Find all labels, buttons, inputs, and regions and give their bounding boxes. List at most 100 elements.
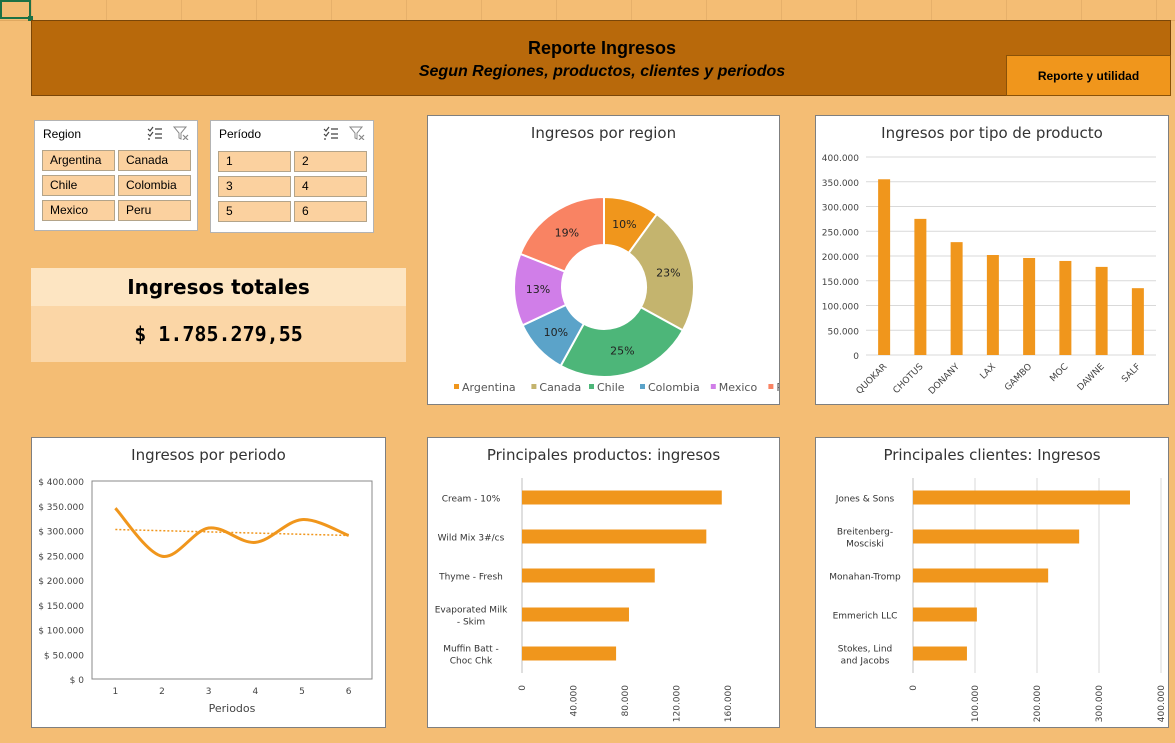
- region-slicer: Region Argentina Canada Chile Colombia M…: [34, 120, 198, 231]
- y-tick-label: $ 150.000: [38, 602, 84, 612]
- report-utility-button[interactable]: Reporte y utilidad: [1006, 55, 1171, 96]
- periodo-item-3[interactable]: 3: [218, 176, 291, 197]
- bar: [913, 568, 1049, 583]
- slice-label: 25%: [610, 344, 634, 357]
- x-tick-label: 5: [299, 687, 305, 697]
- chart-principales-clientes[interactable]: Principales clientes: Ingresos 0 100.000 2…: [815, 437, 1169, 728]
- clear-filter-icon[interactable]: [349, 126, 365, 140]
- bar: [950, 242, 963, 355]
- x-tick-label: LAX: [979, 362, 998, 381]
- slice-label: 10%: [612, 218, 636, 231]
- multi-select-icon[interactable]: [147, 126, 163, 140]
- legend-swatch: [640, 384, 645, 389]
- y-tick-label: 100.000: [822, 303, 859, 313]
- x-tick-label: MOC: [1048, 362, 1070, 384]
- x-tick-label: 160.000: [724, 685, 734, 722]
- periodo-item-5[interactable]: 5: [218, 201, 291, 222]
- region-item-peru[interactable]: Peru: [118, 200, 191, 221]
- legend-label: Colombia: [648, 381, 700, 394]
- region-item-canada[interactable]: Canada: [118, 150, 191, 171]
- y-tick-label: $ 300.000: [38, 528, 84, 538]
- bar: [986, 255, 999, 355]
- slice-label: 10%: [544, 326, 568, 339]
- bar: [1059, 260, 1072, 355]
- slice-label: 23%: [656, 267, 680, 280]
- x-tick-label: SALF: [1120, 362, 1143, 385]
- y-tick-label: Emmerich LLC: [833, 612, 898, 622]
- y-tick-label: Mosciski: [846, 540, 884, 550]
- x-tick-label: 120.000: [673, 685, 683, 722]
- region-item-chile[interactable]: Chile: [42, 175, 115, 196]
- legend-swatch: [710, 384, 716, 389]
- legend-label: Canada: [539, 381, 581, 394]
- bar: [913, 607, 977, 622]
- kpi-title: Ingresos totales: [31, 268, 406, 306]
- y-tick-label: Choc Chk: [450, 657, 493, 667]
- clear-filter-icon[interactable]: [173, 126, 189, 140]
- y-tick-label: Cream - 10%: [442, 495, 501, 505]
- sheet-column-gridlines: [0, 0, 1175, 21]
- bar-chart: 0 50.000 100.000 150.000 200.000 250.000 300.0…: [822, 154, 1156, 397]
- x-tick-label: 6: [346, 687, 352, 697]
- y-tick-label: $ 50.000: [44, 651, 84, 661]
- hbar-chart: 0 100.000 200.000 300.000 400.000 Jones & Son…: [829, 478, 1167, 722]
- bar: [522, 490, 722, 505]
- region-item-colombia[interactable]: Colombia: [118, 175, 191, 196]
- bar: [913, 646, 967, 661]
- multi-select-icon[interactable]: [323, 126, 339, 140]
- report-title: Reporte Ingresos: [527, 38, 677, 58]
- hbar-chart: 0 40.000 80.000 120.000 160.000 Cream - 10% Wi…: [435, 478, 734, 722]
- periodo-slicer-title: Período: [219, 127, 262, 141]
- periodo-item-4[interactable]: 4: [294, 176, 367, 197]
- bar: [522, 607, 629, 622]
- bar: [878, 179, 891, 355]
- y-tick-label: 150.000: [822, 278, 859, 288]
- report-subtitle: Segun Regiones, productos, clientes y pe…: [418, 63, 786, 80]
- chart-ingresos-producto[interactable]: Ingresos por tipo de producto 0 50.000 100…: [815, 115, 1169, 405]
- periodo-item-1[interactable]: 1: [218, 151, 291, 172]
- legend-label: Chile: [597, 381, 625, 394]
- bar: [1023, 257, 1036, 355]
- x-tick-label: GAMBO: [1003, 362, 1034, 393]
- legend-label: Mexico: [719, 381, 758, 394]
- x-tick-label: QUOKAR: [855, 362, 890, 397]
- periodo-slicer: Período 1 2 3 4 5 6: [210, 120, 374, 233]
- bar: [914, 218, 927, 355]
- donut-chart: 10% 23% 25% 10% 13% 19% Argentina Canada Chile Co…: [454, 195, 779, 394]
- periodo-item-2[interactable]: 2: [294, 151, 367, 172]
- plot-area: [91, 480, 373, 680]
- legend-swatch: [454, 384, 459, 389]
- selected-cell[interactable]: [0, 0, 33, 21]
- chart-ingresos-region[interactable]: Ingresos por region 10% 23% 25% 10% 13% 19% Ar…: [427, 115, 780, 405]
- bar: [913, 490, 1130, 505]
- bar: [522, 646, 617, 661]
- x-tick-label: 0: [909, 685, 919, 691]
- y-tick-label: Wild Mix 3#/cs: [438, 534, 505, 544]
- bar: [522, 568, 655, 583]
- x-tick-label: 2: [159, 687, 165, 697]
- x-tick-label: 100.000: [971, 685, 981, 722]
- y-tick-label: - Skim: [457, 618, 485, 628]
- y-tick-label: $ 0: [70, 676, 85, 686]
- line-chart: $ 0 $ 50.000 $ 100.000 $ 150.000 $ 200.000 $ …: [38, 478, 373, 715]
- slice-label: 19%: [555, 226, 579, 239]
- x-tick-label: 200.000: [1033, 685, 1043, 722]
- periodo-item-6[interactable]: 6: [294, 201, 367, 222]
- region-slicer-title: Region: [43, 127, 82, 141]
- region-item-mexico[interactable]: Mexico: [42, 200, 115, 221]
- chart-ingresos-periodo[interactable]: Ingresos por periodo $ 0 $ 50.000 $ 100.00…: [31, 437, 386, 728]
- y-tick-label: $ 350.000: [38, 503, 84, 513]
- chart-principales-productos[interactable]: Principales productos: ingresos 0 40.000 8…: [427, 437, 780, 728]
- y-tick-label: 0: [853, 352, 859, 362]
- legend-label: Peru: [776, 381, 779, 394]
- y-tick-label: 350.000: [822, 179, 859, 189]
- legend-swatch: [531, 384, 537, 389]
- region-item-argentina[interactable]: Argentina: [42, 150, 115, 171]
- x-tick-label: DAWNE: [1076, 362, 1107, 393]
- legend-swatch: [768, 384, 774, 389]
- y-tick-label: Thyme - Fresh: [438, 573, 503, 583]
- y-tick-label: Monahan-Tromp: [829, 573, 901, 583]
- x-tick-label: 40.000: [570, 685, 580, 717]
- y-tick-label: 200.000: [822, 253, 859, 263]
- y-tick-label: 250.000: [822, 228, 859, 238]
